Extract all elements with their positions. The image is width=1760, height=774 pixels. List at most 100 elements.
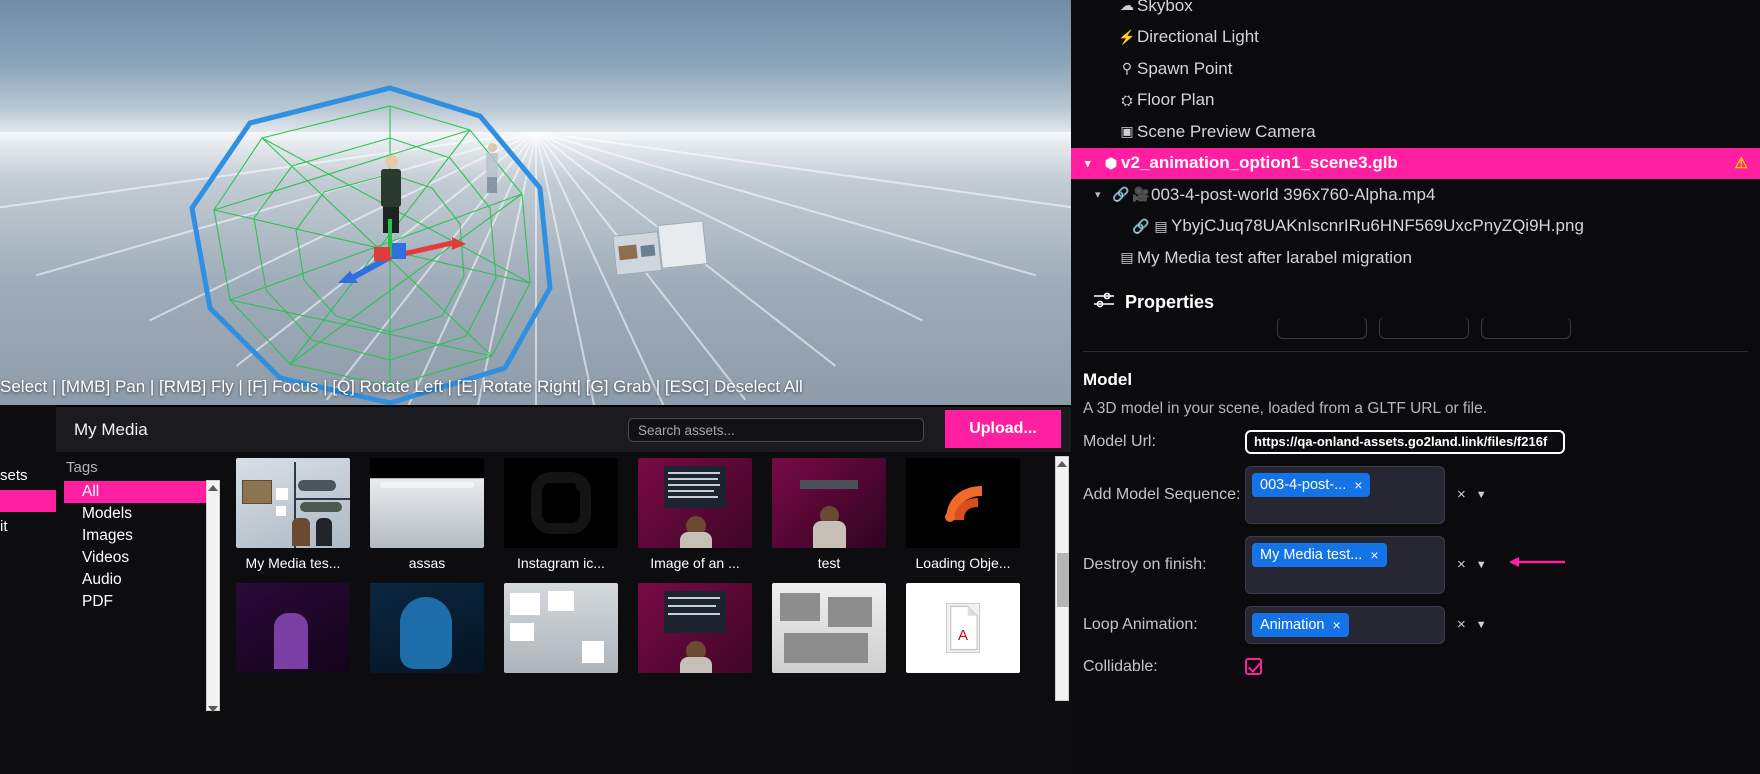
asset-tile[interactable] bbox=[762, 583, 896, 680]
asset-thumbnail[interactable] bbox=[772, 458, 886, 548]
tag-item-videos[interactable]: Videos bbox=[64, 547, 220, 569]
asset-thumbnail[interactable] bbox=[906, 458, 1020, 548]
tree-item-skybox[interactable]: ☁ Skybox bbox=[1071, 0, 1760, 22]
ghost-tab-3[interactable] bbox=[1481, 316, 1571, 339]
asset-thumbnail[interactable] bbox=[236, 583, 350, 673]
tag-item-images[interactable]: Images bbox=[64, 525, 220, 547]
ghost-tab-2[interactable] bbox=[1379, 316, 1469, 339]
clear-icon[interactable]: × bbox=[1457, 556, 1466, 573]
destroy-on-finish-row: Destroy on finish: My Media test... × × … bbox=[1071, 524, 1760, 594]
cloud-icon: ☁ bbox=[1120, 0, 1134, 14]
asset-tile[interactable] bbox=[226, 583, 360, 680]
camera-icon: ▣ bbox=[1120, 123, 1134, 140]
search-assets-input[interactable] bbox=[628, 418, 924, 442]
tree-item-floor-plan[interactable]: ⛭ Floor Plan bbox=[1071, 85, 1760, 117]
asset-thumbnail[interactable] bbox=[638, 458, 752, 548]
model-url-label: Model Url: bbox=[1083, 432, 1156, 450]
tree-item-spawn-point[interactable]: ⚲ Spawn Point bbox=[1071, 53, 1760, 85]
asset-tile[interactable] bbox=[628, 583, 762, 680]
tag-item-models[interactable]: Models bbox=[64, 503, 220, 525]
left-strip-item-edit[interactable]: it bbox=[0, 512, 56, 541]
model-section-description: A 3D model in your scene, loaded from a … bbox=[1083, 399, 1488, 417]
tree-item-label: 003-4-post-world 396x760-Alpha.mp4 bbox=[1151, 184, 1436, 204]
chip[interactable]: My Media test... × bbox=[1252, 542, 1387, 567]
inspector-panel: ☁ Skybox ⚡ Directional Light ⚲ Spawn Poi… bbox=[1071, 0, 1760, 774]
asset-tile[interactable]: A bbox=[896, 583, 1030, 680]
scroll-down-icon[interactable] bbox=[208, 706, 218, 712]
asset-thumbnail[interactable] bbox=[638, 583, 752, 673]
clear-icon[interactable]: × bbox=[1457, 486, 1466, 503]
asset-thumbnail[interactable] bbox=[236, 458, 350, 548]
chevron-down-icon[interactable]: ▼ bbox=[1476, 489, 1487, 501]
destroy-on-finish-label: Destroy on finish: bbox=[1083, 555, 1207, 573]
chip[interactable]: Animation × bbox=[1252, 612, 1349, 637]
scene-viewport[interactable]: Select | [MMB] Pan | [RMB] Fly | [F] Foc… bbox=[0, 0, 1071, 405]
tree-item-label: My Media test after larabel migration bbox=[1137, 247, 1412, 267]
ghost-tab-1[interactable] bbox=[1277, 316, 1367, 339]
tag-item-pdf[interactable]: PDF bbox=[64, 591, 220, 613]
media-panel-body: Tags All Models Images Videos Audio PDF bbox=[56, 452, 1071, 774]
chevron-down-icon[interactable]: ▼ bbox=[1476, 619, 1487, 631]
tree-item-video-child[interactable]: ▾ 🔗 🎥 003-4-post-world 396x760-Alpha.mp4 bbox=[1071, 179, 1760, 211]
grid-scroll-thumb[interactable] bbox=[1057, 553, 1069, 607]
tree-item-model-glb[interactable]: ▾ ⬢ v2_animation_option1_scene3.glb ⚠ bbox=[1071, 147, 1760, 179]
model-url-row: Model Url: bbox=[1071, 418, 1760, 454]
tree-item-scene-preview-camera[interactable]: ▣ Scene Preview Camera bbox=[1071, 116, 1760, 148]
asset-tile[interactable]: Image of an ... bbox=[628, 458, 762, 571]
chip-remove-icon[interactable]: × bbox=[1370, 547, 1378, 563]
asset-grid-scrollbar[interactable] bbox=[1055, 456, 1069, 701]
tree-item-my-media-test[interactable]: ▤ My Media test after larabel migration bbox=[1071, 242, 1760, 274]
chevron-down-icon[interactable]: ▾ bbox=[1095, 188, 1109, 201]
scroll-up-icon[interactable] bbox=[208, 485, 218, 491]
model-url-input[interactable] bbox=[1245, 429, 1565, 454]
asset-grid: My Media tes... assas Instagram ic... Im… bbox=[226, 458, 1071, 680]
tag-item-audio[interactable]: Audio bbox=[64, 569, 220, 591]
asset-tile[interactable]: My Media tes... bbox=[226, 458, 360, 571]
add-model-sequence-select[interactable]: 003-4-post-... × bbox=[1245, 465, 1445, 524]
tree-item-label: Skybox bbox=[1137, 0, 1193, 15]
asset-thumbnail[interactable] bbox=[504, 583, 618, 673]
clear-icon[interactable]: × bbox=[1457, 616, 1466, 633]
chip-label: My Media test... bbox=[1260, 546, 1363, 563]
asset-tile[interactable] bbox=[494, 583, 628, 680]
asset-thumbnail[interactable] bbox=[370, 458, 484, 548]
chip[interactable]: 003-4-post-... × bbox=[1252, 472, 1371, 497]
tree-item-label: Scene Preview Camera bbox=[1137, 121, 1316, 141]
add-model-sequence-controls: × ▼ bbox=[1457, 486, 1487, 503]
chevron-down-icon[interactable]: ▼ bbox=[1476, 559, 1487, 571]
scene-hierarchy-tree: ☁ Skybox ⚡ Directional Light ⚲ Spawn Poi… bbox=[1071, 0, 1760, 274]
chip-label: 003-4-post-... bbox=[1260, 476, 1347, 493]
asset-label: assas bbox=[408, 555, 446, 571]
tree-item-label: v2_animation_option1_scene3.glb bbox=[1121, 153, 1398, 173]
asset-tile[interactable]: Instagram ic... bbox=[494, 458, 628, 571]
asset-thumbnail[interactable] bbox=[772, 583, 886, 673]
chevron-down-icon[interactable]: ▾ bbox=[1085, 157, 1099, 170]
transform-gizmo[interactable] bbox=[322, 213, 472, 283]
asset-label: Image of an ... bbox=[650, 555, 740, 571]
tag-item-all[interactable]: All bbox=[64, 481, 220, 503]
tree-item-image-child[interactable]: 🔗 ▤ YbyjCJuq78UAKnIscnrIRu6HNF569UxcPnyZ… bbox=[1071, 211, 1760, 243]
chip-remove-icon[interactable]: × bbox=[1354, 477, 1362, 493]
loop-animation-select[interactable]: Animation × bbox=[1245, 605, 1445, 644]
left-strip-highlight[interactable] bbox=[0, 490, 56, 512]
asset-tile[interactable]: Loading Obje... bbox=[896, 458, 1030, 571]
collidable-checkbox[interactable] bbox=[1245, 657, 1262, 675]
model-section-title: Model bbox=[1083, 369, 1133, 389]
asset-thumbnail[interactable] bbox=[370, 583, 484, 673]
tree-item-directional-light[interactable]: ⚡ Directional Light bbox=[1071, 22, 1760, 54]
chip-remove-icon[interactable]: × bbox=[1332, 617, 1340, 633]
left-edge-panel: sets it bbox=[0, 405, 56, 774]
left-strip-item-assets[interactable]: sets bbox=[0, 405, 56, 490]
upload-button[interactable]: Upload... bbox=[945, 410, 1061, 448]
svg-text:A: A bbox=[958, 627, 968, 644]
asset-tile[interactable]: test bbox=[762, 458, 896, 571]
asset-tile[interactable]: assas bbox=[360, 458, 494, 571]
properties-header: Properties bbox=[1071, 274, 1760, 313]
asset-thumbnail[interactable]: A bbox=[906, 583, 1020, 673]
tags-scrollbar[interactable] bbox=[206, 480, 220, 712]
destroy-on-finish-select[interactable]: My Media test... × bbox=[1245, 535, 1445, 594]
grid-scroll-up-icon[interactable] bbox=[1057, 461, 1067, 467]
properties-tab-strip bbox=[1071, 316, 1760, 339]
asset-tile[interactable] bbox=[360, 583, 494, 680]
asset-thumbnail[interactable] bbox=[504, 458, 618, 548]
